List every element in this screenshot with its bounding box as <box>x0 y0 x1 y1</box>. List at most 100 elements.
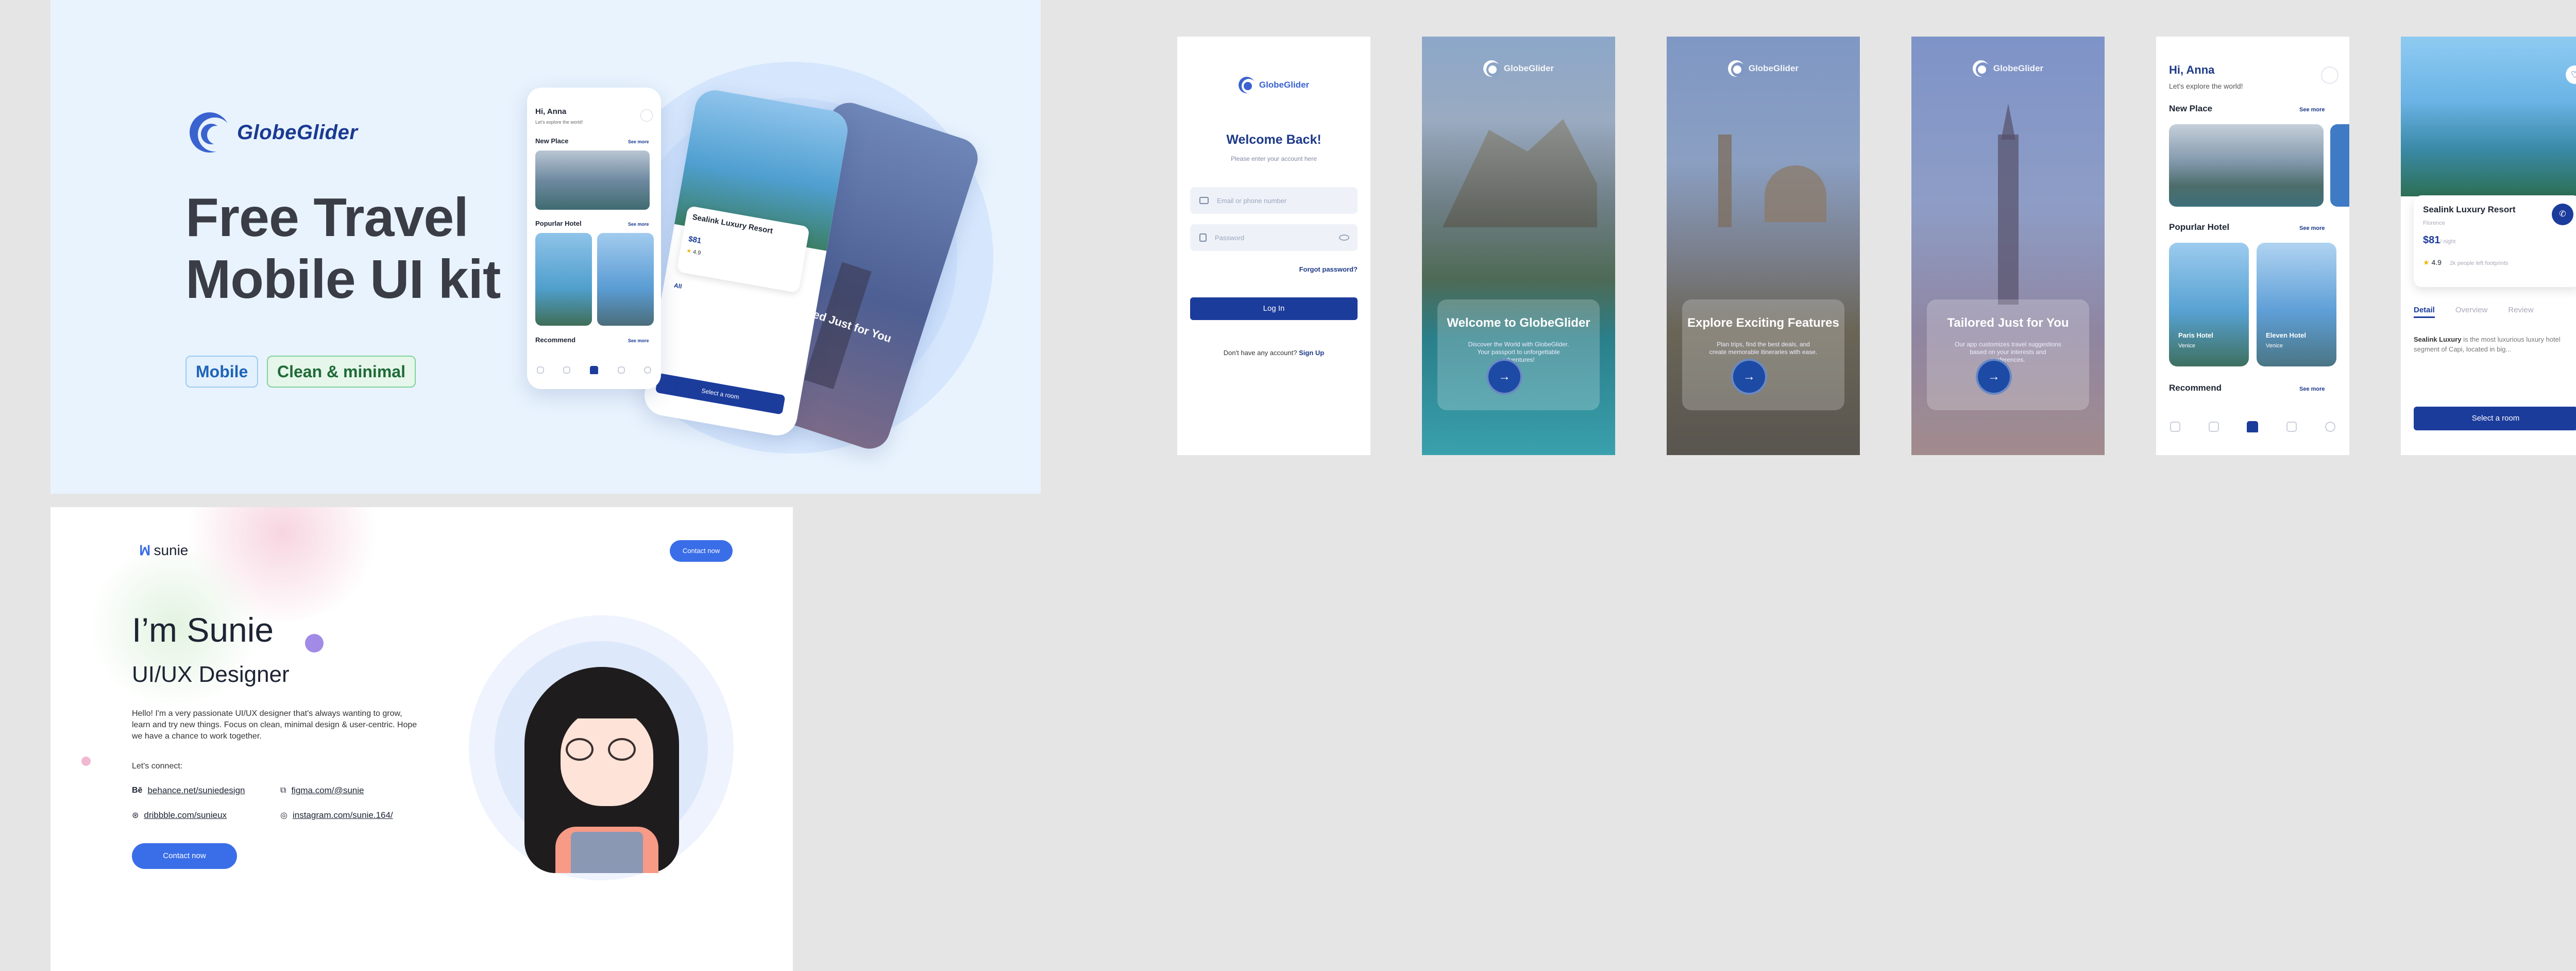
globeglider-logo: GlobeGlider <box>190 112 358 153</box>
onboarding-2-title: Explore Exciting Features <box>1687 316 1839 330</box>
home-see-more-2[interactable]: See more <box>2299 225 2325 231</box>
email-placeholder: Email or phone number <box>1217 196 1287 205</box>
mock-see-more-1: See more <box>628 139 649 144</box>
hotel-info-card: Sealink Luxury Resort Florence ✆ $81/ ni… <box>2414 195 2576 287</box>
hotel-card-loc: Venice <box>2178 343 2196 349</box>
lock-icon <box>1199 233 1207 242</box>
mock-select-room: Select a room <box>655 373 786 415</box>
password-placeholder: Password <box>1215 233 1245 242</box>
select-room-button[interactable]: Select a room <box>2414 407 2576 430</box>
hotel-reviews: 2k people left footprints <box>2449 260 2509 266</box>
hotel-name: Sealink Luxury Resort <box>2423 205 2516 214</box>
mock-tab-detail: All <box>673 281 683 290</box>
login-button[interactable]: Log In <box>1190 297 1358 320</box>
bell-icon[interactable] <box>2208 422 2219 432</box>
tab-review[interactable]: Review <box>2508 306 2533 318</box>
login-logo: GlobeGlider <box>1177 77 1370 93</box>
instagram-link[interactable]: instagram.com/sunie.164/ <box>293 810 393 821</box>
dribbble-link[interactable]: dribbble.com/sunieux <box>144 810 227 821</box>
mock-greeting: Hi, Anna <box>535 107 567 116</box>
mock-sub: Let's explore the world! <box>535 120 583 125</box>
email-field[interactable]: Email or phone number <box>1190 187 1358 214</box>
mock-popular-hotel: Popurlar Hotel <box>535 220 582 227</box>
headline-line-2: Mobile UI kit <box>185 249 501 310</box>
role-heading: UI/UX Designer <box>132 662 290 687</box>
profile-icon[interactable] <box>2325 422 2335 432</box>
onboarding-1-card: Welcome to GlobeGlider Discover the Worl… <box>1437 299 1600 410</box>
figma-icon: ⧉ <box>280 786 286 795</box>
price-unit: / night <box>2440 239 2456 245</box>
home-popular-hotel: Popurlar Hotel <box>2169 222 2230 232</box>
notification-bell-icon[interactable] <box>2321 66 2338 84</box>
signup-link[interactable]: Sign Up <box>1299 349 1324 357</box>
headline-line-1: Free Travel <box>185 187 469 248</box>
onboarding-2-card: Explore Exciting Features Plan trips, fi… <box>1682 299 1844 410</box>
globe-icon <box>1483 60 1501 77</box>
home-see-more-1[interactable]: See more <box>2299 107 2325 113</box>
cover-panel: GlobeGlider Free Travel Mobile UI kit Mo… <box>50 0 1041 494</box>
no-account-text: Don't have any account? <box>1223 349 1297 357</box>
new-place-card[interactable] <box>2330 124 2349 207</box>
hotel-price: $81 <box>2423 235 2441 246</box>
mock-see-more-3: See more <box>628 338 649 343</box>
phone-icon[interactable]: ✆ <box>2552 204 2573 225</box>
home-screen: Hi, Anna Let's explore the world! New Pl… <box>2156 37 2349 455</box>
mock-new-place: New Place <box>535 137 569 145</box>
password-field[interactable]: Password <box>1190 224 1358 251</box>
figma-link[interactable]: figma.com/@sunie <box>291 785 364 796</box>
hotel-rating: 4.9 <box>2431 258 2442 266</box>
hotel-hero-image <box>2401 37 2576 196</box>
logo-mark-icon: ꟽ <box>139 542 151 558</box>
bottom-navbar <box>2156 421 2349 432</box>
next-arrow-button[interactable]: → <box>1976 359 2012 395</box>
eye-icon[interactable] <box>1339 235 1349 241</box>
compass-icon[interactable] <box>2170 422 2181 432</box>
mock-phone-home: Hi, Anna Let's explore the world! New Pl… <box>527 88 661 389</box>
bio-text: Hello! I'm a very passionate UI/UX desig… <box>132 709 417 741</box>
next-arrow-button[interactable]: → <box>1486 359 1522 395</box>
onboarding-3-title: Tailored Just for You <box>1947 316 2069 330</box>
home-icon[interactable] <box>2247 421 2259 432</box>
onboarding-3-card: Tailored Just for You Our app customizes… <box>1927 299 2089 410</box>
hotel-card-name: Eleven Hotel <box>2266 331 2307 339</box>
hotel-card[interactable]: Eleven Hotel Venice <box>2257 243 2336 366</box>
tag-clean-minimal: Clean & minimal <box>267 356 416 388</box>
decor-dot <box>81 757 91 766</box>
home-new-place: New Place <box>2169 104 2213 113</box>
hotel-card[interactable]: Paris Hotel Venice <box>2169 243 2249 366</box>
hello-heading: I’m Sunie <box>132 611 274 649</box>
behance-link[interactable]: behance.net/suniedesign <box>147 785 245 796</box>
login-brand: GlobeGlider <box>1259 80 1310 90</box>
avatar <box>494 657 715 873</box>
sunie-brand: sunie <box>154 542 189 558</box>
arrow-right-icon: → <box>1498 370 1511 383</box>
decor-dot <box>305 634 324 652</box>
onboarding-1-brand: GlobeGlider <box>1503 63 1554 73</box>
new-place-card[interactable] <box>2169 124 2324 207</box>
bookmark-icon[interactable] <box>2286 422 2297 432</box>
brand-name: GlobeGlider <box>237 121 358 144</box>
sunie-logo: ꟽ sunie <box>139 542 188 559</box>
onboarding-1-desc: Discover the World with GlobeGlider. You… <box>1468 341 1569 363</box>
globe-icon <box>1727 60 1745 77</box>
mail-icon <box>1199 197 1209 204</box>
onboarding-screen-1: GlobeGlider Welcome to GlobeGlider Disco… <box>1422 37 1615 455</box>
tag-mobile: Mobile <box>185 356 259 388</box>
contact-now-top-button[interactable]: Contact now <box>670 540 733 562</box>
home-greeting: Hi, Anna <box>2169 63 2215 76</box>
login-screen: GlobeGlider Welcome Back! Please enter y… <box>1177 37 1370 455</box>
contact-now-button[interactable]: Contact now <box>132 843 237 869</box>
star-icon: ★ <box>2423 258 2430 266</box>
globe-icon <box>1238 77 1256 93</box>
onboarding-2-desc: Plan trips, find the best deals, and cre… <box>1709 341 1818 356</box>
tab-overview[interactable]: Overview <box>2455 306 2488 318</box>
hotel-location: Florence <box>2423 220 2445 226</box>
mock-rating: 4.9 <box>692 248 702 257</box>
tab-detail[interactable]: Detail <box>2414 306 2435 318</box>
connect-label: Let's connect: <box>132 762 183 771</box>
next-arrow-button[interactable]: → <box>1731 359 1767 395</box>
globe-icon <box>1972 60 1990 77</box>
onboarding-2-brand: GlobeGlider <box>1748 63 1799 73</box>
forgot-password-link[interactable]: Forgot password? <box>1299 265 1358 273</box>
home-see-more-3[interactable]: See more <box>2299 386 2325 392</box>
